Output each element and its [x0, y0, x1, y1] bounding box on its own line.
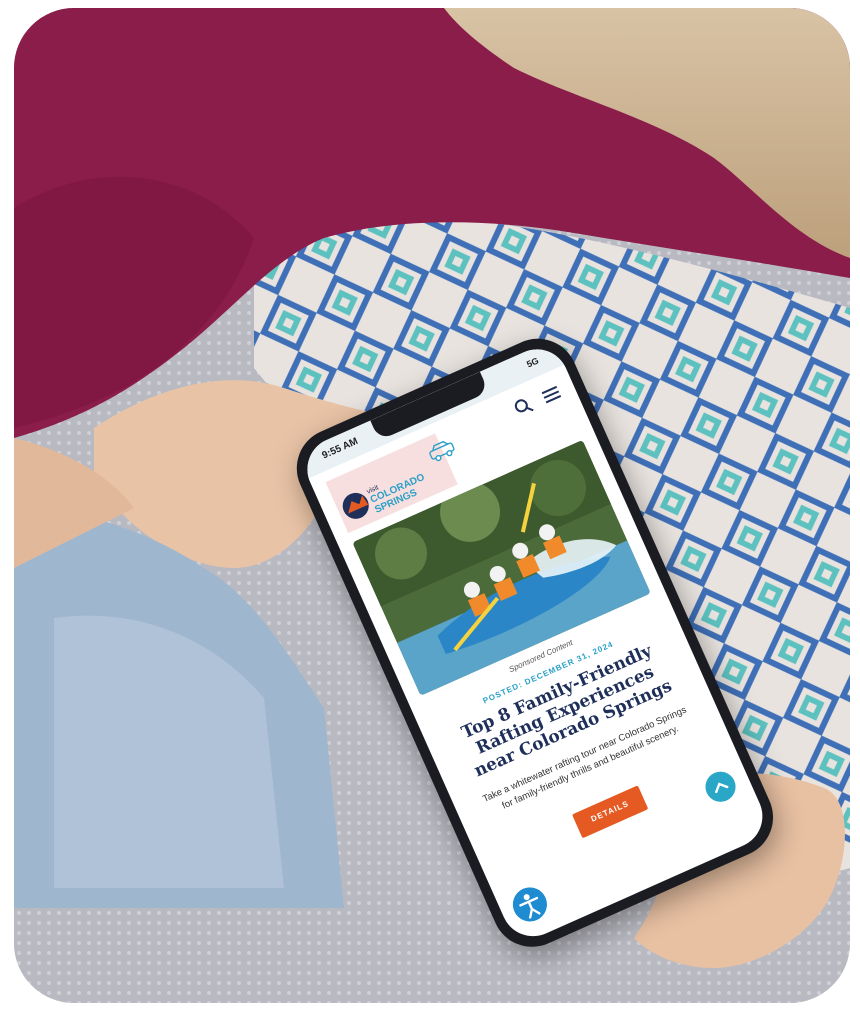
- header-icons: [511, 381, 565, 420]
- menu-icon[interactable]: [538, 381, 564, 407]
- details-button[interactable]: DETAILS: [571, 785, 649, 839]
- search-icon[interactable]: [511, 394, 537, 420]
- photo-frame: 9:55 AM 5G visit COLORADO SPRINGS Sponso…: [14, 8, 850, 1003]
- accessibility-icon[interactable]: [507, 881, 553, 927]
- chevron-up-icon[interactable]: [700, 766, 741, 807]
- status-signal: 5G: [525, 355, 541, 370]
